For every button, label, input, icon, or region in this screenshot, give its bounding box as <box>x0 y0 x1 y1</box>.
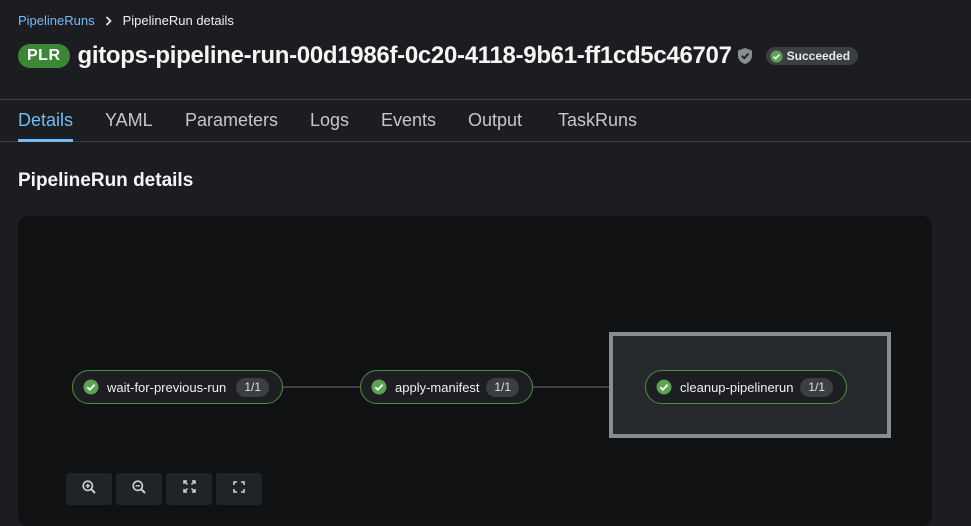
tab-taskruns[interactable]: TaskRuns <box>558 100 637 142</box>
task-node-apply-manifest[interactable]: apply-manifest 1/1 <box>360 370 533 404</box>
task-count-badge: 1/1 <box>800 378 833 397</box>
task-node-cleanup-pipelinerun[interactable]: cleanup-pipelinerun 1/1 <box>645 370 847 404</box>
task-node-wait-for-previous-run[interactable]: wait-for-previous-run 1/1 <box>72 370 283 404</box>
task-name: apply-manifest <box>395 379 480 395</box>
tab-output[interactable]: Output <box>468 100 522 142</box>
page-header: PLR gitops-pipeline-run-00d1986f-0c20-41… <box>18 42 859 70</box>
breadcrumb: PipelineRuns PipelineRun details <box>18 13 234 28</box>
check-circle-icon <box>770 49 783 63</box>
fit-to-screen-button[interactable] <box>166 473 212 505</box>
task-name: wait-for-previous-run <box>107 379 227 395</box>
check-circle-icon <box>656 379 672 395</box>
breadcrumb-pipelineruns-link[interactable]: PipelineRuns <box>18 13 95 28</box>
chevron-right-icon <box>105 15 112 26</box>
tab-logs[interactable]: Logs <box>310 100 349 142</box>
breadcrumb-current: PipelineRun details <box>122 13 234 28</box>
zoom-in-button[interactable] <box>66 473 112 505</box>
fit-to-screen-icon <box>182 480 196 498</box>
tab-yaml[interactable]: YAML <box>105 100 153 142</box>
zoom-out-icon <box>132 479 146 499</box>
zoom-in-icon <box>82 479 96 499</box>
pipeline-topology[interactable]: wait-for-previous-run 1/1 apply-manifest… <box>18 216 932 526</box>
status-label: Succeeded <box>786 49 851 63</box>
tab-parameters[interactable]: Parameters <box>185 100 278 142</box>
page-title: gitops-pipeline-run-00d1986f-0c20-4118-9… <box>77 42 732 69</box>
tab-details[interactable]: Details <box>18 100 74 142</box>
tab-events[interactable]: Events <box>381 100 436 142</box>
shield-check-icon <box>737 47 753 65</box>
tabs: Details YAML Parameters Logs Events Outp… <box>0 99 971 142</box>
zoom-out-button[interactable] <box>116 473 162 505</box>
check-circle-icon <box>83 379 99 395</box>
task-count-badge: 1/1 <box>236 378 269 397</box>
check-circle-icon <box>371 379 387 395</box>
topology-controls <box>66 473 266 505</box>
section-title: PipelineRun details <box>18 170 194 191</box>
status-badge: Succeeded <box>765 47 859 65</box>
reset-view-button[interactable] <box>216 473 262 505</box>
reset-view-icon <box>233 480 245 498</box>
task-count-badge: 1/1 <box>486 378 519 397</box>
task-name: cleanup-pipelinerun <box>680 379 794 395</box>
resource-type-badge: PLR <box>18 44 70 68</box>
